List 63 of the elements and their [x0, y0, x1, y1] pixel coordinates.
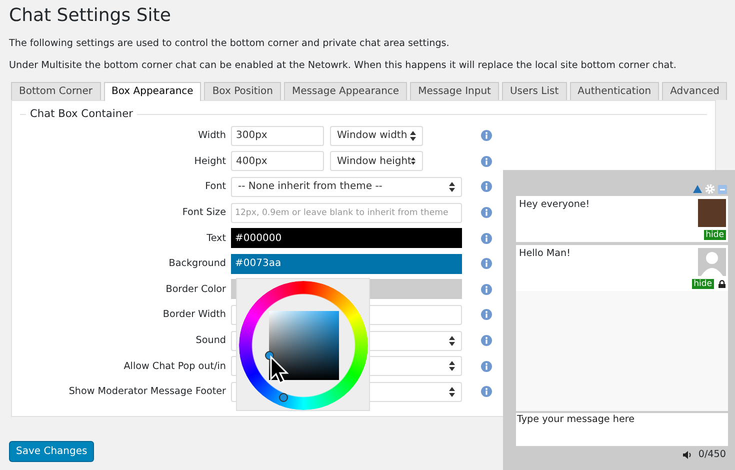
info-icon[interactable] — [481, 130, 492, 142]
updown-arrows-icon — [411, 156, 416, 166]
description-text: The following settings are used to control the bottom corner and private chat area settings. — [9, 38, 450, 50]
settings-tab[interactable]: Message Input — [410, 82, 499, 100]
mouse-pointer-icon — [269, 355, 291, 385]
field-label: Border Width — [162, 309, 227, 320]
info-icon[interactable] — [481, 309, 492, 320]
settings-tab[interactable]: Users List — [502, 82, 567, 100]
field-label: Width — [197, 130, 227, 142]
updown-arrows-icon — [449, 386, 455, 397]
hide-button[interactable]: hide — [692, 279, 714, 289]
section-title: Chat Box Container — [30, 108, 133, 120]
description-text: Under Multisite the bottom corner chat can be enabled at the Netowrk. When this happens it will replace the local site bottom corner chat. — [9, 60, 678, 72]
updown-arrows-icon — [410, 130, 416, 141]
settings-tab[interactable]: Message Appearance — [284, 82, 408, 100]
text-field[interactable]: 300px — [231, 126, 324, 146]
field-label: Background — [168, 258, 227, 270]
lock-icon[interactable] — [718, 280, 726, 288]
text-field[interactable]: 12px, 0.9em or leave blank to inherit from theme — [231, 202, 462, 223]
text-field[interactable]: 400px — [231, 151, 324, 172]
info-icon[interactable] — [481, 360, 492, 372]
speaker-icon[interactable] — [683, 450, 692, 458]
page-title: Chat Settings Site — [9, 4, 172, 28]
field-label: Height — [193, 156, 227, 167]
character-counter: 0/450 — [698, 449, 726, 460]
message-text: Hello Man! — [519, 248, 570, 261]
settings-icon[interactable] — [705, 184, 715, 194]
info-icon[interactable] — [481, 207, 492, 218]
color-field[interactable]: #000000 — [231, 228, 462, 248]
field-label: Show Moderator Message Footer — [68, 386, 227, 398]
info-icon[interactable] — [481, 335, 492, 346]
photo-placeholder — [698, 199, 726, 227]
settings-tab[interactable]: Advanced — [662, 82, 728, 100]
field-label: Allow Chat Pop out/in — [122, 360, 227, 372]
select-dropdown[interactable]: -- None inherit from theme -- — [231, 176, 462, 197]
field-label: Font Size — [181, 207, 227, 218]
settings-tab[interactable]: Authentication — [570, 82, 660, 100]
info-icon[interactable] — [481, 284, 492, 295]
select-dropdown[interactable]: Window height — [330, 151, 423, 172]
updown-arrows-icon — [449, 336, 455, 346]
info-icon[interactable] — [481, 232, 492, 244]
settings-tab[interactable]: Box Position — [204, 82, 282, 100]
minimize-icon[interactable] — [718, 184, 727, 194]
settings-tab[interactable]: Bottom Corner — [11, 82, 100, 100]
triangle-icon[interactable] — [693, 185, 702, 193]
color-field[interactable]: #0073aa — [231, 254, 462, 274]
updown-arrows-icon — [449, 361, 455, 372]
info-icon[interactable] — [481, 386, 492, 398]
info-icon[interactable] — [481, 156, 492, 167]
updown-arrows-icon — [449, 182, 455, 192]
hide-button[interactable]: hide — [704, 230, 726, 240]
field-label: Sound — [194, 335, 227, 346]
settings-tab[interactable]: Box Appearance — [104, 82, 202, 101]
field-label: Text — [206, 232, 227, 244]
saturation-square[interactable] — [269, 311, 339, 380]
field-label: Border Color — [164, 284, 227, 295]
message-input[interactable]: Type your message here — [516, 413, 728, 446]
save-button[interactable]: Save Changes — [9, 441, 94, 462]
field-label: Font — [204, 181, 227, 192]
info-icon[interactable] — [481, 181, 492, 192]
info-icon[interactable] — [481, 258, 492, 270]
message-text: Hey everyone! — [519, 199, 590, 212]
select-dropdown[interactable]: Window width — [330, 126, 423, 146]
